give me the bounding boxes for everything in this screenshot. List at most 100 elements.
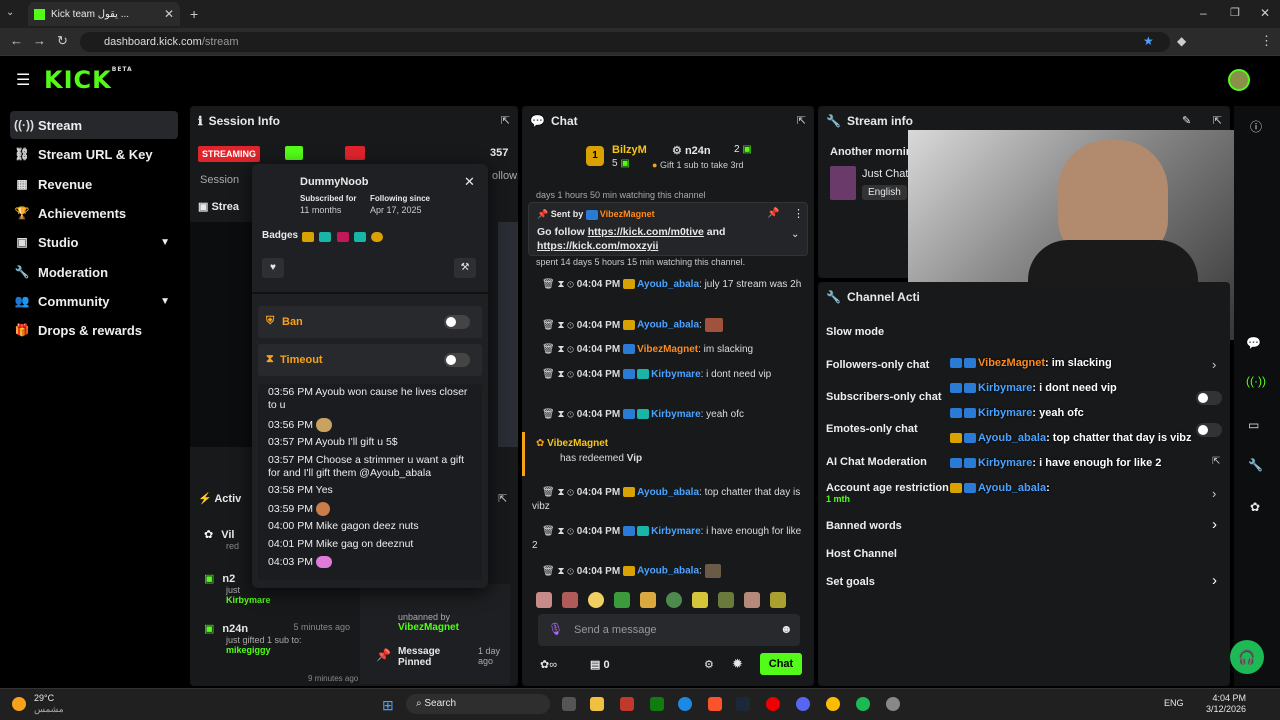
chat-message[interactable]: 🗑 ⧗ ⊙ 04:04 PM Kirbymare: i dont need vip: [532, 368, 802, 382]
emote-bar[interactable]: [536, 592, 802, 610]
chevron-right-icon[interactable]: ›: [1212, 486, 1216, 501]
wrench-icon: 🔧: [14, 265, 30, 279]
discord-icon[interactable]: [796, 697, 810, 711]
sidebar-item-moderation[interactable]: 🔧 Moderation: [10, 258, 178, 286]
sidebar-item-studio[interactable]: ▣ Studio ▼: [10, 228, 178, 256]
session-icon: ℹ: [198, 114, 203, 128]
browser-tab[interactable]: Kick team يقول ... ✕: [28, 2, 180, 26]
chat-message[interactable]: 🗑 ⧗ ⊙ 04:04 PM VibezMagnet: im slacking: [532, 343, 802, 357]
extension-icon[interactable]: ◆: [1177, 34, 1186, 48]
settings-gear-icon[interactable]: ⚙: [704, 658, 714, 671]
language-indicator[interactable]: ENG: [1164, 698, 1184, 708]
edit-icon[interactable]: ✎: [1182, 114, 1191, 127]
chevron-right-icon[interactable]: ›: [1212, 516, 1217, 533]
hamburger-menu-icon[interactable]: ☰: [16, 70, 30, 90]
chat-message[interactable]: 🗑 ⧗ ⊙ 04:04 PM Ayoub_abala: july 17 stream…: [532, 278, 802, 292]
minimize-icon[interactable]: –: [1200, 6, 1207, 20]
bookmark-star-icon[interactable]: ★: [1143, 34, 1154, 48]
leader-1-name: BilzyM: [612, 144, 647, 156]
timeout-row[interactable]: ⧗ Timeout: [258, 344, 482, 376]
steam-icon[interactable]: [736, 697, 750, 711]
set-goals-row[interactable]: Set goals: [826, 576, 875, 588]
chat-message[interactable]: 🗑 ⧗ ⊙ 04:04 PM Ayoub_abala: top chatter th…: [532, 486, 802, 514]
sidebar-item-stream-url-key[interactable]: ⛓ Stream URL & Key: [10, 140, 178, 168]
new-tab-icon[interactable]: +: [190, 6, 198, 22]
chevron-right-icon[interactable]: ›: [1212, 572, 1217, 589]
pin-icon: 📌: [376, 648, 391, 662]
popout-icon[interactable]: ⇱: [501, 114, 510, 127]
chat-footer-left[interactable]: ✿∞: [540, 658, 557, 671]
shield-icon: ⛨: [266, 315, 275, 327]
back-icon[interactable]: ←: [10, 33, 23, 48]
brave-icon[interactable]: [708, 697, 722, 711]
account-age-row[interactable]: Account age restriction 1 mth: [826, 482, 949, 504]
ai-moderation-row[interactable]: AI Chat Moderation: [826, 456, 927, 468]
edge-icon[interactable]: [678, 697, 692, 711]
reload-icon[interactable]: ↻: [57, 33, 68, 49]
tab-search-icon[interactable]: ⌄: [6, 7, 14, 18]
sidebar-item-revenue[interactable]: ▦ Revenue: [10, 170, 178, 198]
close-window-icon[interactable]: ✕: [1260, 6, 1270, 20]
url-bar[interactable]: dashboard.kick.com/stream: [80, 32, 1170, 52]
tab-follow[interactable]: ollow: [492, 170, 517, 182]
chat-message[interactable]: 🗑 ⧗ ⊙ 04:04 PM Kirbymare: yeah ofc: [532, 408, 802, 422]
heart-icon[interactable]: ♥: [262, 258, 284, 278]
timeout-toggle[interactable]: [444, 353, 470, 367]
emotes-only-row[interactable]: Emotes-only chat: [826, 423, 918, 435]
tab-close-icon[interactable]: ✕: [164, 7, 174, 21]
chevron-down-icon[interactable]: ⌄: [791, 229, 799, 240]
chat-message[interactable]: 🗑 ⧗ ⊙ 04:04 PM Kirbymare: i have enough fo…: [532, 525, 802, 553]
chevron-right-icon[interactable]: ›: [1212, 357, 1216, 372]
ban-row[interactable]: ⛨ Ban: [258, 306, 482, 338]
ban-toggle[interactable]: [444, 315, 470, 329]
emotes-toggle[interactable]: [1196, 423, 1222, 437]
followers-only-row[interactable]: Followers-only chat: [826, 359, 929, 371]
spotify-icon[interactable]: [856, 697, 870, 711]
message-history[interactable]: 03:56 PM Ayoub won cause he lives closer…: [258, 384, 482, 580]
opera-icon[interactable]: [766, 697, 780, 711]
mod-action-icon[interactable]: ⚒: [454, 258, 476, 278]
clock-time: 4:04 PM: [1212, 693, 1246, 703]
activity-time: 9 minutes ago: [308, 674, 359, 683]
windows-start-icon[interactable]: ⊞: [382, 697, 394, 714]
send-chat-button[interactable]: Chat: [760, 653, 802, 675]
chat-message[interactable]: 🗑 ⧗ ⊙ 04:04 PM Ayoub_abala:: [532, 318, 802, 333]
task-view-icon[interactable]: [562, 697, 576, 711]
weather-icon: [12, 697, 26, 711]
taskbar-search[interactable]: ⌕ Search: [406, 694, 550, 714]
chrome-icon[interactable]: [826, 697, 840, 711]
sidebar-item-community[interactable]: 👥 Community ▼: [10, 287, 178, 315]
pinned-message[interactable]: 📌 Sent by VibezMagnet 📌 ⋮ Go follow http…: [528, 202, 808, 256]
banned-words-row[interactable]: Banned words: [826, 520, 902, 532]
popout-icon[interactable]: ⇱: [1213, 114, 1222, 127]
pin-icon[interactable]: 📌: [767, 208, 779, 219]
chat-input[interactable]: 🎙 Send a message ☻: [538, 614, 800, 646]
forward-icon[interactable]: →: [33, 33, 46, 48]
xbox-icon[interactable]: [650, 697, 664, 711]
mod-settings-icon[interactable]: ✹: [732, 656, 743, 672]
sidebar-item-stream[interactable]: ((·)) Stream: [10, 111, 178, 139]
chat-message[interactable]: 🗑 ⧗ ⊙ 04:04 PM Ayoub_abala:: [532, 564, 802, 579]
user-avatar[interactable]: [1228, 69, 1250, 91]
activity-popout-icon[interactable]: ⇱: [498, 492, 507, 505]
tab-session[interactable]: Session: [200, 174, 239, 186]
kick-logo[interactable]: KICKBETA: [44, 66, 133, 94]
file-explorer-icon[interactable]: [590, 697, 604, 711]
more-icon[interactable]: ⋮: [793, 207, 804, 220]
support-headset-button[interactable]: 🎧: [1230, 640, 1264, 674]
sidebar-item-drops-rewards[interactable]: 🎁 Drops & rewards: [10, 316, 178, 344]
obs-icon[interactable]: [886, 697, 900, 711]
popout-icon[interactable]: ⇱: [797, 114, 806, 127]
stream-preview[interactable]: [190, 222, 252, 447]
browser-menu-icon[interactable]: ⋮: [1260, 33, 1273, 49]
subscribers-toggle[interactable]: [1196, 391, 1222, 405]
subscribers-only-row[interactable]: Subscribers-only chat: [826, 391, 942, 403]
reward-icon: ✿: [536, 438, 545, 449]
external-link-icon[interactable]: ⇱: [1212, 456, 1220, 467]
host-channel-row[interactable]: Host Channel: [826, 548, 897, 560]
close-icon[interactable]: ✕: [464, 174, 475, 190]
slow-mode-row[interactable]: Slow mode: [826, 326, 884, 338]
app-icon[interactable]: [620, 697, 634, 711]
sidebar-item-achievements[interactable]: 🏆 Achievements: [10, 199, 178, 227]
maximize-icon[interactable]: ❐: [1230, 6, 1240, 19]
